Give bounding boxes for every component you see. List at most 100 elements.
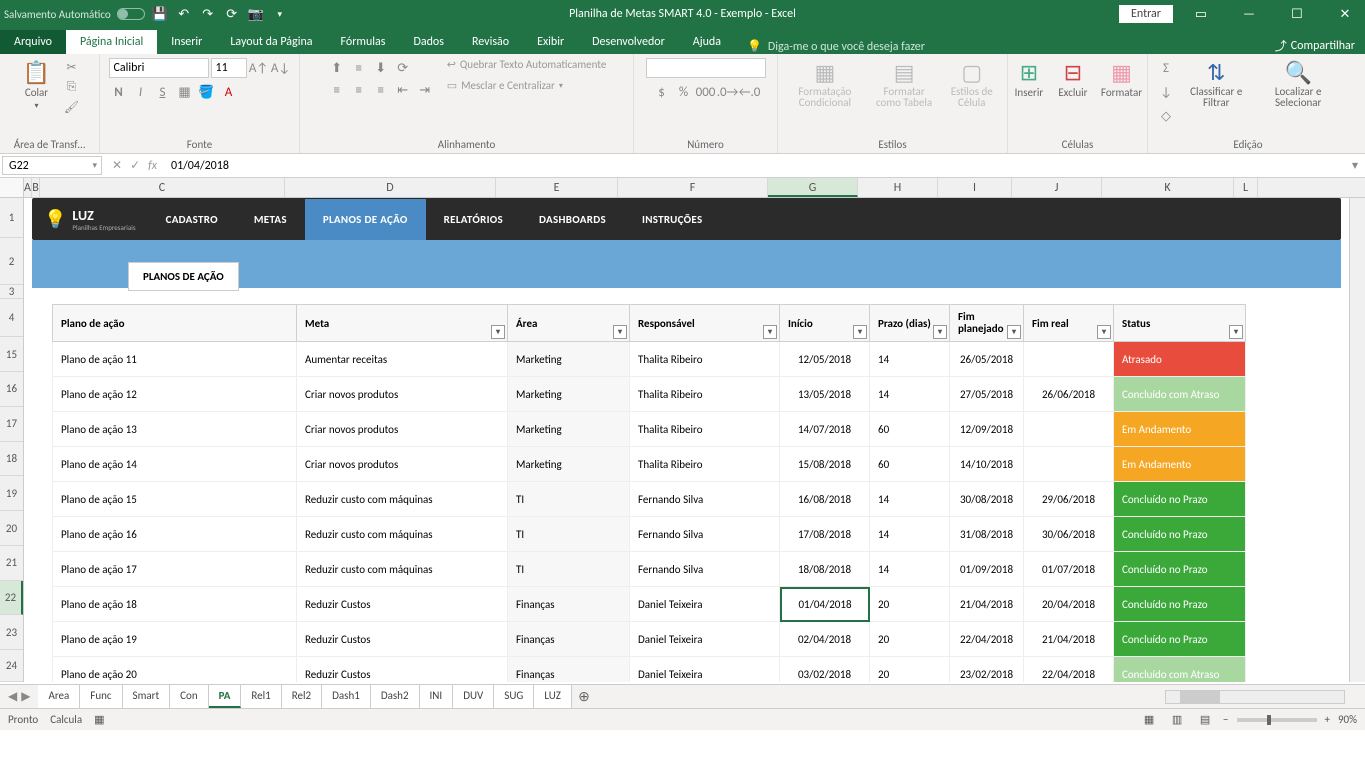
filter-fimr[interactable]: ▾: [1097, 325, 1111, 339]
insert-cells-button[interactable]: ⊞Inserir: [1009, 58, 1049, 101]
cell-plano[interactable]: Plano de ação 16: [52, 517, 297, 552]
cell-fim-real[interactable]: 20/04/2018: [1024, 587, 1114, 622]
cell-resp[interactable]: Fernando Silva: [630, 482, 780, 517]
tell-me-search[interactable]: 💡 Diga-me o que você deseja fazer: [735, 39, 937, 54]
fx-icon[interactable]: fx: [148, 159, 157, 173]
align-left-icon[interactable]: ≡: [327, 80, 347, 100]
cell-status[interactable]: Concluído com Atraso: [1114, 657, 1246, 682]
cell-prazo[interactable]: 60: [870, 412, 950, 447]
filter-fimp[interactable]: ▾: [1007, 325, 1021, 339]
cell-resp[interactable]: Thalita Ribeiro: [630, 412, 780, 447]
cancel-formula-icon[interactable]: ✕: [112, 158, 122, 173]
row-header-22[interactable]: 22: [0, 581, 23, 616]
filter-inicio[interactable]: ▾: [853, 325, 867, 339]
cell-prazo[interactable]: 20: [870, 587, 950, 622]
cell-area[interactable]: Marketing: [508, 412, 630, 447]
col-header-H[interactable]: H: [858, 178, 938, 197]
cell-fim-planejado[interactable]: 01/09/2018: [950, 552, 1024, 587]
format-as-table-button[interactable]: ▤Formatar como Tabela: [868, 58, 941, 110]
formula-input[interactable]: [165, 154, 1345, 177]
cell-fim-real[interactable]: 26/06/2018: [1024, 377, 1114, 412]
sheet-tab-con[interactable]: Con: [170, 685, 208, 708]
view-break-icon[interactable]: ▤: [1195, 712, 1215, 728]
row-header-16[interactable]: 16: [0, 372, 23, 407]
nav-metas[interactable]: METAS: [236, 199, 305, 240]
tab-ajuda[interactable]: Ajuda: [679, 30, 735, 54]
indent-left-icon[interactable]: ⇤: [393, 80, 413, 100]
cell-status[interactable]: Concluído no Prazo: [1114, 587, 1246, 622]
save-icon[interactable]: 💾: [151, 5, 169, 23]
cell-area[interactable]: Marketing: [508, 342, 630, 377]
sheet-tab-func[interactable]: Func: [80, 685, 122, 708]
fill-icon[interactable]: ↓: [1156, 82, 1176, 102]
cell-fim-planejado[interactable]: 27/05/2018: [950, 377, 1024, 412]
cell-plano[interactable]: Plano de ação 19: [52, 622, 297, 657]
row-header-4[interactable]: 4: [0, 299, 23, 337]
cell-prazo[interactable]: 14: [870, 517, 950, 552]
cell-inicio[interactable]: 13/05/2018: [780, 377, 870, 412]
vertical-scrollbar[interactable]: [1349, 198, 1365, 682]
sort-filter-button[interactable]: ⇅Classificar e Filtrar: [1180, 58, 1252, 110]
col-header-F[interactable]: F: [618, 178, 768, 197]
cell-inicio[interactable]: 18/08/2018: [780, 552, 870, 587]
row-header-23[interactable]: 23: [0, 615, 23, 650]
cell-inicio[interactable]: 02/04/2018: [780, 622, 870, 657]
row-header-20[interactable]: 20: [0, 511, 23, 546]
cell-resp[interactable]: Fernando Silva: [630, 517, 780, 552]
clear-icon[interactable]: ◇: [1156, 106, 1176, 126]
cell-status[interactable]: Atrasado: [1114, 342, 1246, 377]
cell-status[interactable]: Concluído no Prazo: [1114, 622, 1246, 657]
cell-inicio[interactable]: 16/08/2018: [780, 482, 870, 517]
paste-button[interactable]: 📋 Colar ▾: [17, 58, 57, 113]
row-header-2[interactable]: 2: [0, 238, 23, 286]
thousands-icon[interactable]: 000: [696, 82, 716, 102]
tab-revisao[interactable]: Revisão: [458, 30, 523, 54]
nav-cadastro[interactable]: CADASTRO: [148, 199, 236, 240]
cell-meta[interactable]: Reduzir Custos: [297, 622, 508, 657]
cell-meta[interactable]: Reduzir Custos: [297, 657, 508, 682]
cell-status[interactable]: Concluído com Atraso: [1114, 377, 1246, 412]
align-top-icon[interactable]: ⬆: [327, 58, 347, 78]
close-icon[interactable]: ✕: [1325, 0, 1365, 28]
cell-meta[interactable]: Reduzir custo com máquinas: [297, 517, 508, 552]
sheet-tab-smart[interactable]: Smart: [123, 685, 171, 708]
row-header-21[interactable]: 21: [0, 546, 23, 581]
select-all-corner[interactable]: [0, 178, 24, 197]
cell-area[interactable]: Finanças: [508, 657, 630, 682]
sheet-tab-rel1[interactable]: Rel1: [241, 685, 281, 708]
zoom-out-icon[interactable]: −: [1223, 713, 1228, 726]
cell-inicio[interactable]: 12/05/2018: [780, 342, 870, 377]
border-icon[interactable]: ▦: [175, 82, 195, 102]
col-header-L[interactable]: L: [1234, 178, 1258, 197]
sheet-tab-ini[interactable]: INI: [420, 685, 454, 708]
share-button[interactable]: ⤴ Compartilhar: [1275, 37, 1355, 54]
font-color-icon[interactable]: A: [219, 82, 239, 102]
cell-meta[interactable]: Criar novos produtos: [297, 447, 508, 482]
filter-meta[interactable]: ▾: [491, 325, 505, 339]
font-name-input[interactable]: [109, 58, 209, 78]
cell-inicio[interactable]: 14/07/2018: [780, 412, 870, 447]
align-right-icon[interactable]: ≡: [371, 80, 391, 100]
col-header-E[interactable]: E: [496, 178, 618, 197]
cell-prazo[interactable]: 14: [870, 552, 950, 587]
filter-status[interactable]: ▾: [1229, 325, 1243, 339]
cell-fim-real[interactable]: 30/06/2018: [1024, 517, 1114, 552]
italic-icon[interactable]: I: [131, 82, 151, 102]
refresh-icon[interactable]: ⟳: [223, 5, 241, 23]
cell-fim-real[interactable]: [1024, 412, 1114, 447]
sheet-tab-dash2[interactable]: Dash2: [371, 685, 420, 708]
row-header-18[interactable]: 18: [0, 442, 23, 477]
cell-area[interactable]: TI: [508, 552, 630, 587]
sheet-tab-luz[interactable]: LUZ: [534, 685, 572, 708]
undo-icon[interactable]: ↶: [175, 5, 193, 23]
cell-fim-planejado[interactable]: 22/04/2018: [950, 622, 1024, 657]
font-size-input[interactable]: [211, 58, 247, 78]
cell-area[interactable]: TI: [508, 517, 630, 552]
currency-icon[interactable]: $: [652, 82, 672, 102]
tab-pagina-inicial[interactable]: Página Inicial: [66, 30, 157, 54]
cell-area[interactable]: TI: [508, 482, 630, 517]
wrap-text-button[interactable]: ↩Quebrar Texto Automaticamente: [447, 58, 607, 71]
cell-area[interactable]: Finanças: [508, 622, 630, 657]
format-painter-icon[interactable]: 🖌: [61, 98, 83, 116]
maximize-icon[interactable]: ☐: [1277, 0, 1317, 28]
